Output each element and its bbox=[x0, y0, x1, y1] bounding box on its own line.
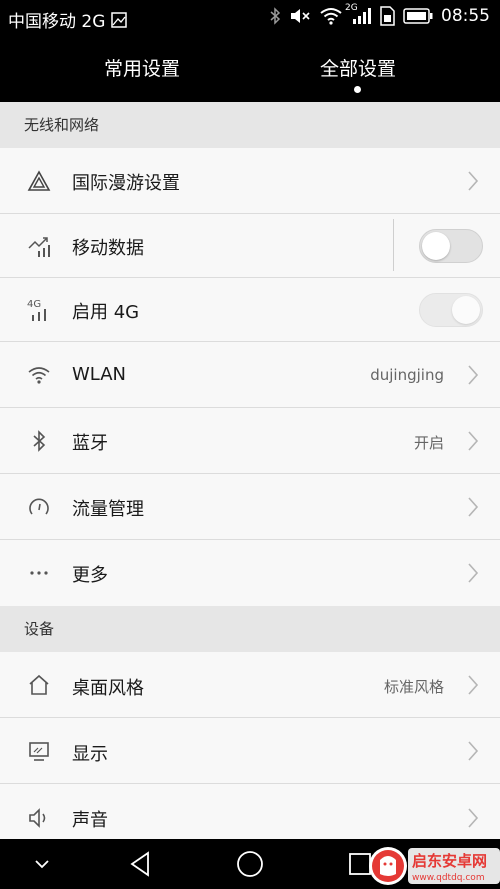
wifi-icon bbox=[26, 362, 52, 388]
image-icon bbox=[111, 11, 128, 28]
bluetooth-icon bbox=[269, 7, 281, 25]
row-label: WLAN bbox=[72, 364, 127, 385]
row-label: 流量管理 bbox=[72, 499, 144, 520]
bluetooth-icon bbox=[26, 428, 52, 454]
settings-row-wlan[interactable]: WLAN dujingjing bbox=[0, 342, 500, 408]
settings-row-enable-4g[interactable]: 4G 启用 4G bbox=[0, 278, 500, 342]
mobile-data-icon bbox=[26, 233, 52, 259]
row-value: dujingjing bbox=[370, 366, 444, 384]
tab-common-settings[interactable]: 常用设置 bbox=[62, 54, 222, 81]
settings-row-mobile-data[interactable]: 移动数据 bbox=[0, 214, 500, 278]
mobile-data-toggle[interactable] bbox=[419, 229, 483, 263]
chevron-right-icon bbox=[468, 808, 479, 828]
roaming-triangle-icon bbox=[26, 168, 52, 194]
row-label: 移动数据 bbox=[72, 238, 144, 259]
speaker-icon bbox=[26, 805, 52, 831]
enable-4g-toggle[interactable] bbox=[419, 293, 483, 327]
status-bar: 中国移动 2G 2G 08:55 bbox=[0, 0, 500, 36]
chevron-right-icon bbox=[468, 563, 479, 583]
row-label: 启用 4G bbox=[72, 302, 140, 323]
more-dots-icon bbox=[26, 560, 52, 586]
carrier-label: 中国移动 2G bbox=[8, 12, 106, 32]
settings-row-home-style[interactable]: 桌面风格 标准风格 bbox=[0, 652, 500, 718]
signal-icon: 2G bbox=[345, 3, 371, 25]
row-value: 标准风格 bbox=[383, 678, 444, 696]
active-tab-indicator bbox=[354, 86, 361, 93]
chevron-right-icon bbox=[468, 741, 479, 761]
section-header-wireless: 无线和网络 bbox=[0, 102, 500, 148]
watermark-title: 启东安卓网 bbox=[412, 852, 487, 870]
home-icon bbox=[26, 672, 52, 698]
settings-row-display[interactable]: 显示 bbox=[0, 718, 500, 784]
settings-row-sound[interactable]: 声音 bbox=[0, 784, 500, 839]
settings-row-data-usage[interactable]: 流量管理 bbox=[0, 474, 500, 540]
row-label: 国际漫游设置 bbox=[72, 173, 180, 194]
mute-icon bbox=[289, 7, 311, 25]
settings-row-more[interactable]: 更多 bbox=[0, 540, 500, 606]
watermark-logo: 启东安卓网 www.qdtdq.com bbox=[368, 846, 500, 886]
sim-icon bbox=[379, 6, 395, 26]
row-label: 声音 bbox=[72, 810, 108, 831]
tab-bar: 常用设置 全部设置 bbox=[0, 36, 500, 102]
row-label: 显示 bbox=[72, 744, 108, 765]
section-header-device: 设备 bbox=[0, 606, 500, 652]
back-icon[interactable] bbox=[125, 849, 155, 879]
clock: 08:55 bbox=[441, 6, 490, 26]
chevron-right-icon bbox=[468, 431, 479, 451]
tab-all-settings[interactable]: 全部设置 bbox=[278, 54, 438, 81]
home-button-icon[interactable] bbox=[235, 849, 265, 879]
chevron-right-icon bbox=[468, 497, 479, 517]
chevron-right-icon bbox=[468, 171, 479, 191]
settings-row-bluetooth[interactable]: 蓝牙 开启 bbox=[0, 408, 500, 474]
chevron-right-icon bbox=[468, 675, 479, 695]
4g-signal-icon: 4G bbox=[26, 297, 52, 323]
settings-row-roaming[interactable]: 国际漫游设置 bbox=[0, 148, 500, 214]
row-label: 蓝牙 bbox=[72, 433, 108, 454]
row-label: 桌面风格 bbox=[72, 678, 144, 699]
watermark-url: www.qdtdq.com bbox=[412, 873, 485, 883]
gauge-icon bbox=[26, 494, 52, 520]
row-label: 更多 bbox=[72, 565, 108, 586]
battery-icon bbox=[403, 7, 433, 25]
chevron-down-icon[interactable] bbox=[27, 849, 57, 879]
network-badge: 2G bbox=[345, 3, 358, 13]
chevron-right-icon bbox=[468, 365, 479, 385]
4g-icon-text: 4G bbox=[27, 299, 41, 310]
wifi-icon bbox=[319, 7, 343, 25]
display-icon bbox=[26, 738, 52, 764]
divider bbox=[393, 219, 394, 271]
row-value: 开启 bbox=[413, 434, 444, 452]
